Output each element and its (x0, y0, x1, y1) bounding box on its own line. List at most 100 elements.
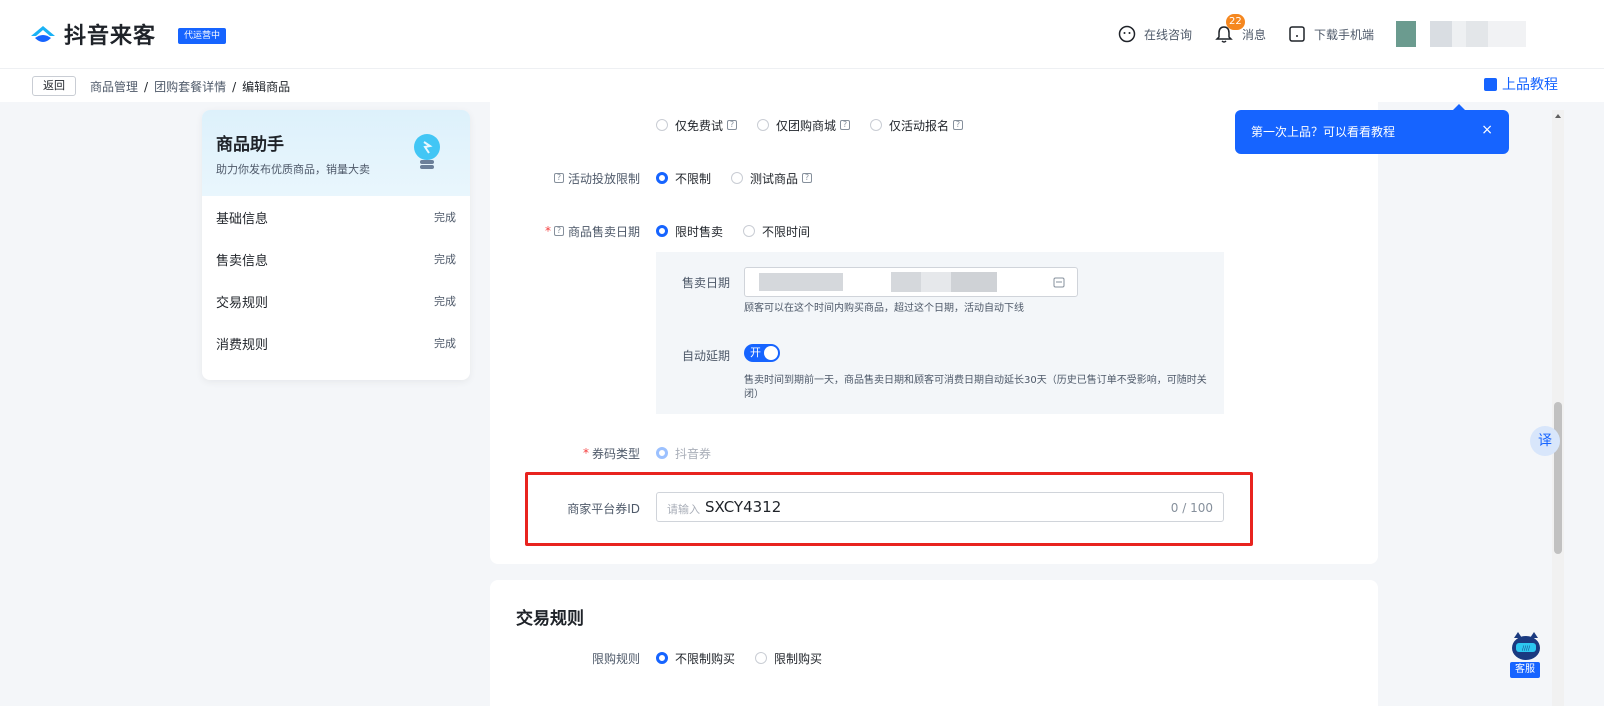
top-header: 抖音来客 代运营中 在线咨询 22 消息 下载手机端 (0, 0, 1604, 68)
radio-limited-purchase[interactable]: 限制购买 (755, 650, 822, 667)
customer-service-button[interactable]: //// 客服 (1508, 628, 1544, 680)
delivery-limit-row: ? 活动投放限制 不限制 测试商品? (490, 170, 1378, 186)
scrollbar-thumb[interactable] (1554, 402, 1562, 554)
scope-options: 仅免费试? 仅团购商城? 仅活动报名? (656, 117, 983, 134)
radio-label: 限制购买 (774, 651, 823, 666)
sale-info-form: 仅免费试? 仅团购商城? 仅活动报名? ? 活动投放限制 不限制 测试商品? *?… (490, 102, 1378, 564)
radio-label: 仅免费试 (675, 118, 724, 133)
step-label: 基础信息 (216, 211, 269, 227)
radio-circle-checked (656, 225, 668, 237)
auto-extend-hint: 售卖时间到期前一天，商品售卖日期和顾客可消费日期自动延长30天（历史已售订单不受… (744, 375, 1207, 400)
start-date-value (759, 273, 843, 291)
translate-button[interactable]: 译 (1530, 426, 1560, 456)
listing-tutorial-link[interactable]: 上品教程 (1484, 74, 1558, 94)
step-label: 消费规则 (216, 337, 269, 353)
step-status: 完成 (434, 253, 456, 266)
section-title: 交易规则 (516, 609, 584, 629)
radio-label: 限时售卖 (675, 224, 724, 239)
breadcrumb-bar: 返回 商品管理 / 团购套餐详情 / 编辑商品 上品教程 (0, 68, 1604, 102)
step-trade-rules[interactable]: 交易规则 完成 (202, 280, 470, 322)
help-icon[interactable]: ? (840, 120, 851, 130)
coupon-type-options: 抖音券 (656, 445, 731, 462)
help-icon[interactable]: ? (953, 120, 964, 130)
logo[interactable]: 抖音来客 (28, 18, 156, 50)
sale-period-label: 售卖日期 (681, 276, 730, 290)
breadcrumb-item-product-management[interactable]: 商品管理 (90, 80, 138, 94)
phone-icon (1289, 26, 1305, 42)
radio-circle (656, 119, 668, 131)
breadcrumb-item-package-detail[interactable]: 团购套餐详情 (154, 80, 226, 94)
radio-limited-time[interactable]: 限时售卖 (656, 223, 723, 240)
step-status: 完成 (434, 211, 456, 224)
breadcrumb-separator: / (144, 80, 149, 94)
back-button[interactable]: 返回 (32, 76, 76, 96)
download-app-link[interactable]: 下载手机端 (1288, 25, 1374, 43)
product-assistant-panel: 商品助手 助力你发布优质商品，销量大卖 基础信息 完成 售卖信息 完成 交易规则… (202, 110, 470, 380)
sale-period-hint: 顾客可以在这个时间内购买商品，超过这个日期，活动自动下线 (744, 303, 1024, 314)
status-badge: 代运营中 (178, 28, 227, 44)
coupon-type-label: * 券码类型 (583, 445, 640, 462)
trade-rules-section: 交易规则 限购规则 不限制购买 限制购买 (490, 580, 1378, 706)
page-scrollbar[interactable] (1552, 110, 1564, 706)
radio-test-product[interactable]: 测试商品? (731, 170, 813, 187)
auto-extend-toggle[interactable]: 开 (744, 344, 780, 362)
customer-service-label: 客服 (1510, 662, 1540, 678)
radio-unlimited-purchase[interactable]: 不限制购买 (656, 650, 735, 667)
breadcrumb: 商品管理 / 团购套餐详情 / 编辑商品 (90, 78, 290, 95)
radio-douyin-coupon: 抖音券 (656, 445, 711, 462)
merchant-coupon-id-input[interactable]: 请输入 SXCY4312 0 / 100 (656, 492, 1224, 522)
label-text: 券码类型 (591, 446, 640, 461)
radio-label: 抖音券 (675, 446, 712, 461)
step-status: 完成 (434, 337, 456, 350)
tutorial-label: 上品教程 (1502, 77, 1558, 93)
lightbulb-icon (412, 132, 442, 177)
radio-label: 不限制购买 (675, 651, 736, 666)
assistant-header: 商品助手 助力你发布优质商品，销量大卖 (202, 110, 470, 196)
robot-icon: //// (1512, 632, 1540, 660)
step-label: 交易规则 (216, 295, 269, 311)
radio-free-trial-only[interactable]: 仅免费试? (656, 117, 738, 134)
merchant-id-label: 商家平台券ID (567, 500, 640, 517)
radio-label: 测试商品 (750, 171, 799, 186)
help-icon[interactable]: ? (553, 173, 564, 183)
breadcrumb-separator: / (232, 80, 237, 94)
coupon-type-row: * 券码类型 抖音券 (490, 445, 1378, 461)
purchase-limit-row: 限购规则 不限制购买 限制购买 (490, 650, 1378, 666)
tutorial-icon (1484, 77, 1497, 91)
online-consult-link[interactable]: 在线咨询 (1118, 25, 1192, 43)
required-marker: * (544, 224, 551, 238)
end-date-value (891, 272, 997, 292)
step-basic-info[interactable]: 基础信息 完成 (202, 196, 470, 238)
breadcrumb-item-edit-product: 编辑商品 (242, 80, 291, 94)
sale-period-date-range-input[interactable] (744, 267, 1078, 297)
chat-face-icon (1118, 25, 1136, 43)
step-status: 完成 (434, 295, 456, 308)
step-sale-info[interactable]: 售卖信息 完成 (202, 238, 470, 280)
label-text: 活动投放限制 (567, 171, 640, 186)
step-label: 售卖信息 (216, 253, 269, 269)
messages-link[interactable]: 22 消息 (1214, 14, 1266, 44)
user-avatar[interactable] (1396, 21, 1526, 47)
help-icon[interactable]: ? (727, 120, 738, 130)
scroll-up-icon[interactable] (1555, 114, 1561, 118)
input-value: SXCY4312 (705, 498, 782, 516)
radio-unlimited-time[interactable]: 不限时间 (743, 223, 810, 240)
close-icon[interactable]: × (1481, 122, 1493, 138)
radio-activity-signup-only[interactable]: 仅活动报名? (870, 117, 964, 134)
calendar-icon[interactable] (1053, 276, 1065, 291)
step-consumption-rules[interactable]: 消费规则 完成 (202, 322, 470, 364)
radio-circle-checked (656, 172, 668, 184)
radio-no-limit[interactable]: 不限制 (656, 170, 711, 187)
tooltip-text: 第一次上品？可以看看教程 (1251, 125, 1396, 139)
sale-period-panel: 售卖日期 顾客可以在这个时间内购买商品，超过这个日期，活动自动下线 自动延期 开… (656, 252, 1224, 414)
help-icon[interactable]: ? (802, 173, 813, 183)
radio-group-buy-mall-only[interactable]: 仅团购商城? (757, 117, 851, 134)
delivery-limit-label: ? 活动投放限制 (553, 170, 640, 187)
purchase-limit-label: 限购规则 (592, 650, 640, 667)
radio-label: 仅团购商城 (776, 118, 837, 133)
label-text: 限购规则 (591, 651, 640, 666)
tutorial-tooltip: 第一次上品？可以看看教程 × (1235, 104, 1509, 154)
messages-label: 消息 (1241, 27, 1266, 42)
toggle-knob (764, 346, 778, 360)
help-icon[interactable]: ? (553, 226, 564, 236)
